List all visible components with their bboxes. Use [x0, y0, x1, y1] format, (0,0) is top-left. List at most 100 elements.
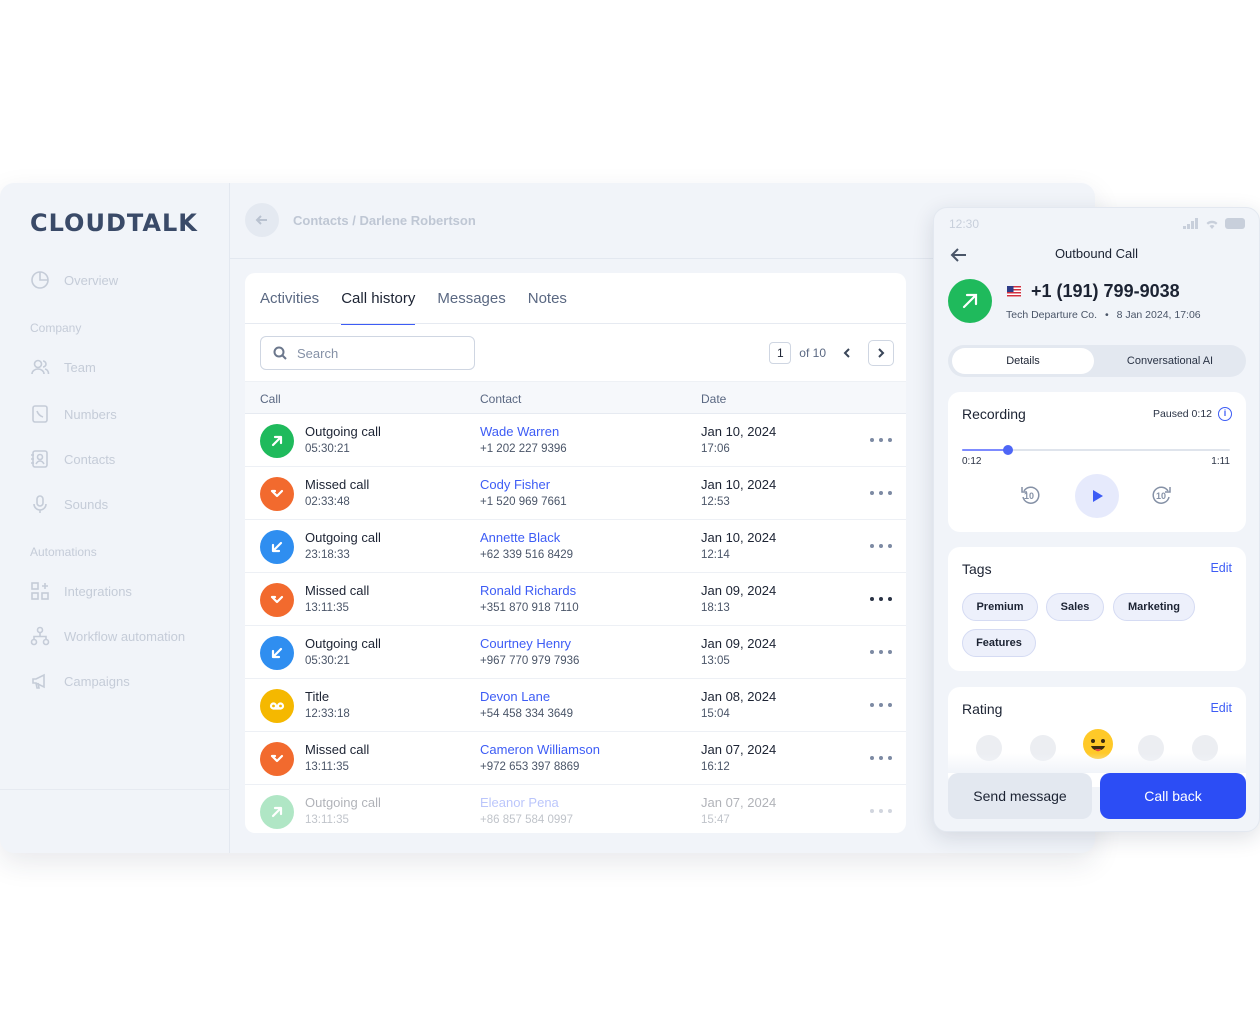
search-input[interactable] [295, 344, 455, 362]
app-window: CLOUDTALK Overview Company Team Numbers … [0, 183, 1095, 853]
call-date: Jan 09, 2024 [701, 636, 777, 651]
call-back-button[interactable]: Call back [1100, 773, 1246, 819]
call-duration: 23:18:33 [305, 549, 350, 561]
sidebar-item-overview[interactable]: Overview [30, 270, 118, 290]
search-box[interactable] [260, 336, 475, 370]
call-type: Outgoing call [305, 795, 381, 810]
more-options-icon[interactable] [870, 485, 892, 501]
playback-slider[interactable] [962, 445, 1230, 455]
contact-name-link[interactable]: Courtney Henry [480, 636, 571, 651]
table-row[interactable]: Outgoing call 05:30:21 Courtney Henry +9… [245, 626, 906, 679]
table-row[interactable]: Outgoing call 23:18:33 Annette Black +62… [245, 520, 906, 573]
search-icon [273, 346, 287, 360]
more-options-icon[interactable] [870, 697, 892, 713]
call-time: 15:47 [701, 814, 730, 826]
tab-notes[interactable]: Notes [528, 273, 567, 325]
sidebar-item-label: Team [64, 359, 96, 375]
sidebar-item-label: Campaigns [64, 673, 130, 689]
call-duration: 13:11:35 [305, 814, 349, 826]
grid-plus-icon [31, 582, 49, 600]
sidebar-item-campaigns[interactable]: Campaigns [30, 671, 130, 691]
contact-name-link[interactable]: Ronald Richards [480, 583, 576, 598]
tag-chip[interactable]: Sales [1046, 593, 1104, 621]
users-icon [31, 359, 50, 375]
call-duration: 13:11:35 [305, 602, 349, 614]
column-header-date: Date [701, 392, 727, 406]
call-screen-title: Outbound Call [1054, 246, 1139, 261]
edit-tags-link[interactable]: Edit [1210, 561, 1232, 575]
forward-10-button[interactable]: 10 [1150, 483, 1174, 507]
more-options-icon[interactable] [870, 803, 892, 819]
pagination: 1 of 10 [769, 340, 894, 366]
breadcrumb-bar: Contacts / Darlene Robertson [245, 203, 476, 237]
scroll-fade [934, 753, 1259, 773]
more-options-icon[interactable] [870, 750, 892, 766]
call-time: 13:05 [701, 655, 730, 667]
call-duration: 05:30:21 [305, 655, 350, 667]
outgoing-call-icon [260, 424, 294, 458]
tag-chip[interactable]: Marketing [1113, 593, 1195, 621]
contact-name-link[interactable]: Wade Warren [480, 424, 559, 439]
pie-chart-icon [31, 271, 49, 289]
back-button[interactable] [245, 203, 279, 237]
next-page-button[interactable] [868, 340, 894, 366]
contact-name-link[interactable]: Devon Lane [480, 689, 550, 704]
tags-panel: Tags Edit Premium Sales Marketing Featur… [948, 547, 1246, 671]
call-time: 15:04 [701, 708, 730, 720]
send-message-button[interactable]: Send message [948, 773, 1092, 819]
tab-messages[interactable]: Messages [437, 273, 505, 325]
sidebar-item-numbers[interactable]: Numbers [30, 404, 117, 424]
table-row[interactable]: Missed call 02:33:48 Cody Fisher +1 520 … [245, 467, 906, 520]
page-number-input[interactable]: 1 [769, 342, 792, 364]
company-name: Tech Departure Co. [1006, 309, 1098, 321]
current-time: 0:12 [962, 456, 982, 467]
sidebar-item-sounds[interactable]: Sounds [30, 494, 108, 514]
chevron-left-icon [843, 348, 850, 358]
segment-details[interactable]: Details [952, 348, 1094, 374]
playback-handle[interactable] [1002, 445, 1013, 455]
prev-page-button[interactable] [834, 340, 860, 366]
tab-activities[interactable]: Activities [260, 273, 319, 325]
caller-number: +1 (191) 799-9038 [1031, 281, 1180, 301]
call-date: Jan 10, 2024 [701, 424, 777, 439]
tag-chip[interactable]: Premium [962, 593, 1038, 621]
sidebar-item-team[interactable]: Team [30, 357, 96, 377]
tag-chip[interactable]: Features [962, 629, 1036, 657]
voicemail-icon [260, 689, 294, 723]
table-row[interactable]: Outgoing call 05:30:21 Wade Warren +1 20… [245, 414, 906, 467]
sidebar-section-company: Company [30, 321, 82, 335]
contact-name-link[interactable]: Cameron Williamson [480, 742, 600, 757]
segment-conversational-ai[interactable]: Conversational AI [1098, 348, 1242, 374]
more-options-icon[interactable] [870, 432, 892, 448]
sidebar-item-workflow-automation[interactable]: Workflow automation [30, 626, 185, 646]
table-row[interactable]: Outgoing call 13:11:35 Eleanor Pena +86 … [245, 785, 906, 833]
phone-doc-icon [32, 405, 48, 423]
contact-name-link[interactable]: Cody Fisher [480, 477, 550, 492]
rewind-10-button[interactable]: 10 [1018, 483, 1042, 507]
recording-title: Recording [962, 406, 1026, 422]
edit-rating-link[interactable]: Edit [1210, 701, 1232, 715]
tab-call-history[interactable]: Call history [341, 273, 416, 325]
contact-name-link[interactable]: Annette Black [480, 530, 560, 545]
rating-title: Rating [962, 701, 1003, 717]
table-row[interactable]: Missed call 13:11:35 Cameron Williamson … [245, 732, 906, 785]
more-options-icon[interactable] [870, 591, 892, 607]
contact-phone: +62 339 516 8429 [480, 549, 574, 561]
table-row[interactable]: Title 12:33:18 Devon Lane +54 458 334 36… [245, 679, 906, 732]
sidebar-item-integrations[interactable]: Integrations [30, 581, 132, 601]
info-icon[interactable]: i [1218, 407, 1232, 421]
sidebar-item-contacts[interactable]: Contacts [30, 449, 115, 469]
table-row[interactable]: Missed call 13:11:35 Ronald Richards +35… [245, 573, 906, 626]
call-duration: 02:33:48 [305, 496, 350, 508]
recording-panel: Recording Paused 0:12 i 0:12 1:11 10 10 [948, 392, 1246, 532]
more-options-icon[interactable] [870, 644, 892, 660]
skip-seconds: 10 [1156, 491, 1167, 501]
more-options-icon[interactable] [870, 538, 892, 554]
contact-phone: +54 458 334 3649 [480, 708, 574, 720]
column-header-contact: Contact [480, 392, 522, 406]
contact-phone: +86 857 584 0997 [480, 814, 574, 826]
play-button[interactable] [1075, 474, 1119, 518]
contacts-book-icon [31, 450, 48, 468]
contact-phone: +967 770 979 7936 [480, 655, 580, 667]
contact-name-link[interactable]: Eleanor Pena [480, 795, 559, 810]
